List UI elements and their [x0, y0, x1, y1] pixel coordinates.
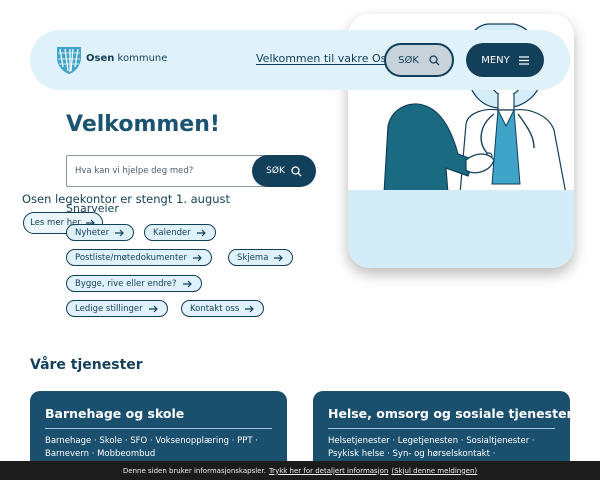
site-header: Osen kommune Velkommen til vakre Osen SØ…: [30, 30, 570, 90]
shortcut-kalender[interactable]: Kalender: [144, 224, 216, 241]
main-search: SØK: [66, 155, 316, 187]
arrow-right-icon: [196, 229, 206, 236]
shortcut-skjema[interactable]: Skjema: [228, 249, 294, 266]
arrow-right-icon: [274, 254, 284, 261]
service-card-links: Barnehage · Skole · SFO · Voksenopplærin…: [45, 435, 258, 461]
brand-name[interactable]: Osen kommune: [86, 53, 167, 64]
shortcut-label: Kontakt oss: [190, 303, 240, 314]
hero-title: Osen legekontor er stengt 1. august: [22, 192, 231, 206]
arrow-right-icon: [193, 254, 202, 261]
cookie-text: Denne siden bruker informasjonskapsler.: [122, 466, 266, 475]
shortcut-bygge[interactable]: Bygge, rive eller endre?: [66, 275, 202, 292]
brand-rest: kommune: [114, 53, 168, 64]
shortcut-label: Ledige stillinger: [75, 303, 143, 314]
search-input[interactable]: [66, 155, 266, 187]
shortcuts-title: Snarveier: [66, 202, 119, 215]
menu-label: MENY: [481, 54, 510, 66]
service-links-line[interactable]: Barnehage · Skole · SFO · Voksenopplærin…: [45, 435, 258, 448]
page-title: Velkommen!: [66, 112, 220, 137]
cookie-info-link[interactable]: Trykk her for detaljert informasjon: [269, 467, 388, 475]
arrow-right-icon: [148, 305, 158, 312]
welcome-link[interactable]: Velkommen til vakre Osen: [256, 52, 400, 65]
arrow-right-icon: [245, 305, 255, 312]
arrow-right-icon: [115, 229, 124, 236]
brand-bold: Osen: [86, 53, 115, 64]
cookie-banner: Denne siden bruker informasjonskapsler. …: [0, 461, 600, 480]
search-submit-button[interactable]: SØK: [252, 155, 316, 187]
search-icon: [291, 165, 302, 176]
shortcut-label: Skjema: [237, 252, 269, 263]
shortcut-label: Nyheter: [75, 227, 110, 238]
service-card-title: Helse, omsorg og sosiale tjenester: [328, 406, 573, 421]
menu-icon: [518, 55, 529, 65]
service-links-line[interactable]: Barnevern · Mobbeombud: [45, 448, 258, 461]
shortcut-label: Kalender: [153, 227, 191, 238]
search-icon: [429, 54, 440, 65]
shortcut-nyheter[interactable]: Nyheter: [66, 224, 135, 241]
hero-text-panel: [348, 190, 574, 268]
menu-button[interactable]: MENY: [466, 43, 544, 77]
service-card-title: Barnehage og skole: [45, 406, 185, 421]
shortcut-label: Postliste/møtedokumenter: [75, 252, 188, 263]
service-card-links: Helsetjenester · Legetjenesten · Sosialt…: [328, 435, 535, 461]
service-card-divider: [45, 428, 272, 429]
service-links-line[interactable]: Psykisk helse · Syn- og hørselskontakt ·: [328, 448, 535, 461]
header-search-label: SØK: [398, 54, 419, 66]
header-search-button[interactable]: SØK: [384, 43, 454, 77]
service-card-divider: [328, 428, 555, 429]
shortcut-label: Bygge, rive eller endre?: [75, 278, 177, 289]
search-submit-label: SØK: [266, 166, 285, 176]
shortcut-kontakt-oss[interactable]: Kontakt oss: [181, 300, 265, 317]
logo-shield-icon[interactable]: [56, 45, 82, 75]
shortcut-ledige-stillinger[interactable]: Ledige stillinger: [66, 300, 168, 317]
services-title: Våre tjenester: [30, 357, 143, 373]
arrow-right-icon: [182, 280, 192, 287]
shortcut-postliste[interactable]: Postliste/møtedokumenter: [66, 249, 213, 266]
service-links-line[interactable]: Helsetjenester · Legetjenesten · Sosialt…: [328, 435, 535, 448]
cookie-dismiss-link[interactable]: (Skjul denne meldingen): [391, 467, 477, 475]
